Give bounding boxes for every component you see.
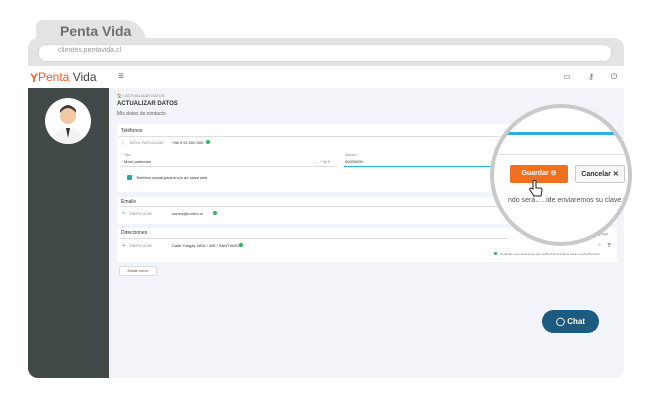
divider bbox=[119, 206, 509, 207]
phone-type: MÓVIL PARTICULAR bbox=[130, 141, 164, 145]
save-icon: ⊖ bbox=[550, 170, 557, 177]
magnifier-lens: Guardar ⊖ Cancelar ✕ ndo será…..ide envi… bbox=[490, 104, 632, 246]
hand-cursor-icon bbox=[529, 180, 543, 197]
logo-icon: Y bbox=[30, 71, 39, 85]
sms-checkbox[interactable] bbox=[127, 175, 132, 180]
logo[interactable]: Penta Vida bbox=[38, 70, 97, 84]
email-icon: ✉ bbox=[122, 211, 125, 215]
key-icon[interactable]: ⚷ bbox=[586, 72, 596, 81]
url-text: clientes.pentavida.cl bbox=[58, 47, 122, 54]
save-label: Guardar bbox=[521, 170, 549, 177]
page-subtitle: Mis datos de contacto bbox=[117, 111, 166, 117]
email-type: PARTICULAR bbox=[130, 212, 152, 216]
chevron-down-icon: ⌄ bbox=[313, 160, 316, 164]
email-value: correo@correo.cl bbox=[172, 211, 203, 216]
number-input[interactable]: 00000000 bbox=[345, 159, 363, 164]
address-section-title: Direcciones bbox=[121, 230, 148, 236]
divider bbox=[494, 154, 628, 155]
hamburger-icon[interactable]: ≡ bbox=[118, 71, 124, 82]
address-bar[interactable] bbox=[38, 44, 612, 62]
number-underline bbox=[344, 166, 504, 167]
phone-prefix: + 56 9 bbox=[320, 160, 330, 164]
chat-icon: ◯ bbox=[556, 317, 565, 326]
type-select[interactable]: Móvil particular bbox=[124, 159, 151, 164]
verified-icon bbox=[206, 140, 210, 144]
lens-caption: ndo será…..ide enviaremos su clave w bbox=[508, 197, 629, 204]
phone-section-title: Teléfonos bbox=[121, 128, 143, 134]
checkbox-label: Teléfono actual para envío de clave web bbox=[136, 175, 208, 180]
number-label: Número bbox=[345, 153, 358, 157]
logo-prefix: Penta bbox=[38, 70, 70, 84]
page-title: ACTUALIZAR DATOS bbox=[117, 101, 178, 107]
type-underline bbox=[122, 166, 337, 167]
address-note: Todas las comunicaciones que recibe Pent… bbox=[500, 252, 600, 256]
divider bbox=[119, 136, 509, 137]
email-section-title: Emails bbox=[121, 199, 137, 205]
verified-icon bbox=[213, 211, 217, 215]
chat-label: Chat bbox=[567, 317, 585, 326]
info-icon bbox=[494, 252, 497, 255]
address-type: PARTICULAR bbox=[130, 244, 152, 248]
verified-icon bbox=[239, 243, 243, 247]
id-card-icon[interactable]: ▭ bbox=[562, 72, 572, 81]
logo-suffix: Vida bbox=[69, 70, 97, 84]
edit-icon[interactable]: ✎ bbox=[598, 243, 601, 247]
chat-button[interactable]: ◯ Chat bbox=[542, 310, 599, 333]
add-email-button[interactable]: Añadir correo bbox=[119, 266, 157, 276]
tab-title: Penta Vida bbox=[60, 23, 132, 39]
phone-number: +56 9 92 000 000 bbox=[172, 140, 204, 145]
phone-icon: ▯ bbox=[122, 141, 124, 145]
divider bbox=[119, 238, 509, 239]
breadcrumb[interactable]: 🏠 / ACTUALIZAR DATOS bbox=[117, 93, 165, 98]
cancel-button[interactable]: Cancelar ✕ bbox=[575, 165, 625, 183]
cancel-label: Cancelar bbox=[581, 171, 611, 178]
type-label: Tipo bbox=[124, 153, 131, 157]
address-value: Calle Yungay 2816 / 305 / SANTIAGO bbox=[172, 243, 240, 248]
power-icon[interactable]: ⏻ bbox=[609, 72, 619, 81]
home-icon: ▲ bbox=[122, 243, 126, 247]
avatar bbox=[45, 98, 91, 144]
delete-icon[interactable]: 🗑 bbox=[607, 243, 611, 247]
close-icon: ✕ bbox=[612, 171, 619, 178]
cyan-bar bbox=[494, 132, 628, 135]
